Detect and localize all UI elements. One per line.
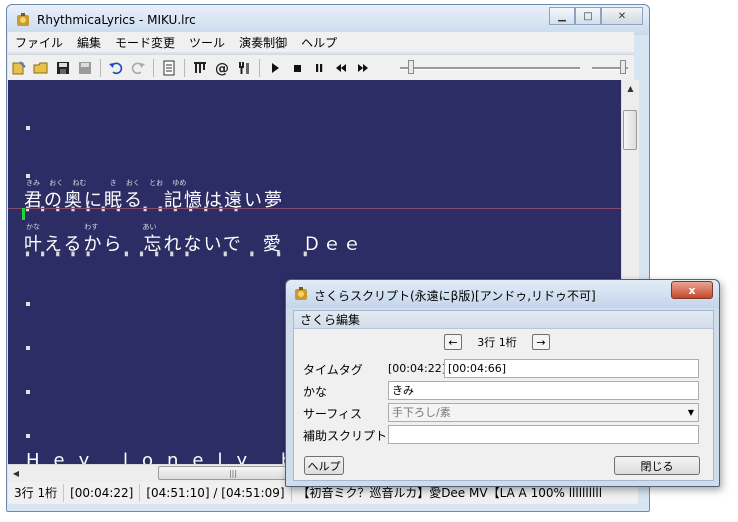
seek-slider-thumb[interactable] [408,60,414,74]
seek-slider[interactable] [400,58,580,78]
kana-label: かな [303,385,328,399]
timetag-start: [00:04:22] [388,362,446,375]
dialog-title: さくらスクリプト(永遠にβ版)[アンドゥ,リドゥ不可] [314,289,596,303]
line-marker [26,390,30,394]
maximize-button[interactable]: □ [575,7,601,25]
assist-script-label: 補助スクリプト [303,429,388,443]
tag-tool-icon [194,62,206,73]
lyrics-view-button[interactable] [158,58,180,78]
status-total-time: [04:51:10] / [04:51:09] [140,484,292,502]
undo-button[interactable] [105,58,127,78]
menu-edit[interactable]: 編集 [70,34,108,51]
rewind-icon [336,64,346,72]
stop-icon [294,65,301,72]
timetag-label: タイムタグ [303,363,363,377]
at-tool-button[interactable]: @ [211,58,233,78]
help-button[interactable]: ヘルプ [304,456,344,475]
chevron-down-icon: ▼ [687,408,694,417]
surface-select[interactable]: 手下ろし/素 ▼ [388,403,699,422]
minimize-button[interactable]: ▁ [549,7,575,25]
dialog-body: さくら編集 ← 3行 1桁 → タイムタグ [00:04:22] [00:04:… [293,310,714,481]
new-file-icon [12,61,26,75]
toolbar: @ [8,54,634,81]
prev-line-button[interactable]: ← [444,334,462,350]
open-file-button[interactable] [30,58,52,78]
menu-tools[interactable]: ツール [182,34,232,51]
fast-forward-button[interactable] [352,58,374,78]
assist-script-input[interactable] [388,425,699,444]
timing-tool-button[interactable] [189,58,211,78]
next-line-button[interactable]: → [532,334,550,350]
kana-input[interactable]: きみ [388,381,699,400]
edit-caret [22,208,25,220]
save-icon [57,62,69,74]
status-position: 3行 1桁 [8,484,65,502]
wrench-icon [239,62,249,74]
title-bar: RhythmicaLyrics - MIKU.lrc ▁ □ ✕ [7,5,649,35]
close-icon: x [688,283,696,297]
open-folder-icon [33,62,48,74]
scroll-left-icon[interactable]: ◀ [8,465,24,482]
lyric-line-3[interactable]: Hey lonely b [26,450,306,464]
play-icon [272,63,279,73]
status-current-time: [00:04:22] [64,484,141,502]
save-as-icon [79,62,91,74]
document-icon [163,60,175,76]
line-marker [26,126,30,130]
dialog-title-bar: さくらスクリプト(永遠にβ版)[アンドゥ,リドゥ不可] x [286,280,719,308]
fast-forward-icon [358,64,368,72]
window-title: RhythmicaLyrics - MIKU.lrc [37,13,196,27]
arrow-left-icon: ← [448,335,458,349]
volume-slider-thumb[interactable] [620,60,626,74]
line-marker [26,434,30,438]
settings-button[interactable] [233,58,255,78]
timetag-end-input[interactable]: [00:04:66] [444,359,699,378]
redo-button[interactable] [127,58,149,78]
undo-icon [109,62,123,75]
menu-help[interactable]: ヘルプ [294,34,344,51]
menu-playback[interactable]: 演奏制御 [232,34,294,51]
close-dialog-button[interactable]: 閉じる [614,456,700,475]
save-as-button[interactable] [74,58,96,78]
menu-file[interactable]: ファイル [8,34,70,51]
menu-mode[interactable]: モード変更 [108,34,182,51]
dialog-close-button[interactable]: x [671,281,713,299]
scroll-up-icon[interactable]: ▲ [622,80,639,96]
line-marker [26,302,30,306]
save-button[interactable] [52,58,74,78]
line-navigator: ← 3行 1桁 → [444,334,550,350]
stop-button[interactable] [286,58,308,78]
app-icon [295,287,307,300]
cursor-line [8,208,621,209]
app-icon [17,13,29,26]
maximize-icon: □ [583,10,593,22]
close-button[interactable]: ✕ [601,7,643,25]
svg-text:@: @ [215,61,229,76]
volume-slider[interactable] [592,58,628,78]
menu-bar: ファイル 編集 モード変更 ツール 演奏制御 ヘルプ [8,32,634,52]
arrow-right-icon: → [536,335,546,349]
close-icon: ✕ [617,10,627,22]
surface-select-value: 手下ろし/素 [392,406,451,419]
sakura-script-dialog: さくらスクリプト(永遠にβ版)[アンドゥ,リドゥ不可] x さくら編集 ← 3行… [285,279,720,487]
redo-icon [131,62,145,75]
pause-button[interactable] [308,58,330,78]
at-sign-icon: @ [215,61,229,76]
timing-marks-line-2: ▘▘▘▘▘ ▘▘▘▘▘ ▘ ▘ ▘ ▘ [26,252,319,261]
section-header: さくら編集 [294,311,713,329]
vertical-scroll-thumb[interactable] [623,110,637,150]
minimize-icon: ▁ [558,10,566,22]
play-button[interactable] [264,58,286,78]
line-position: 3行 1桁 [477,336,517,349]
surface-label: サーフィス [303,407,363,421]
line-marker [26,346,30,350]
rewind-button[interactable] [330,58,352,78]
pause-icon [316,64,323,72]
new-file-button[interactable] [8,58,30,78]
